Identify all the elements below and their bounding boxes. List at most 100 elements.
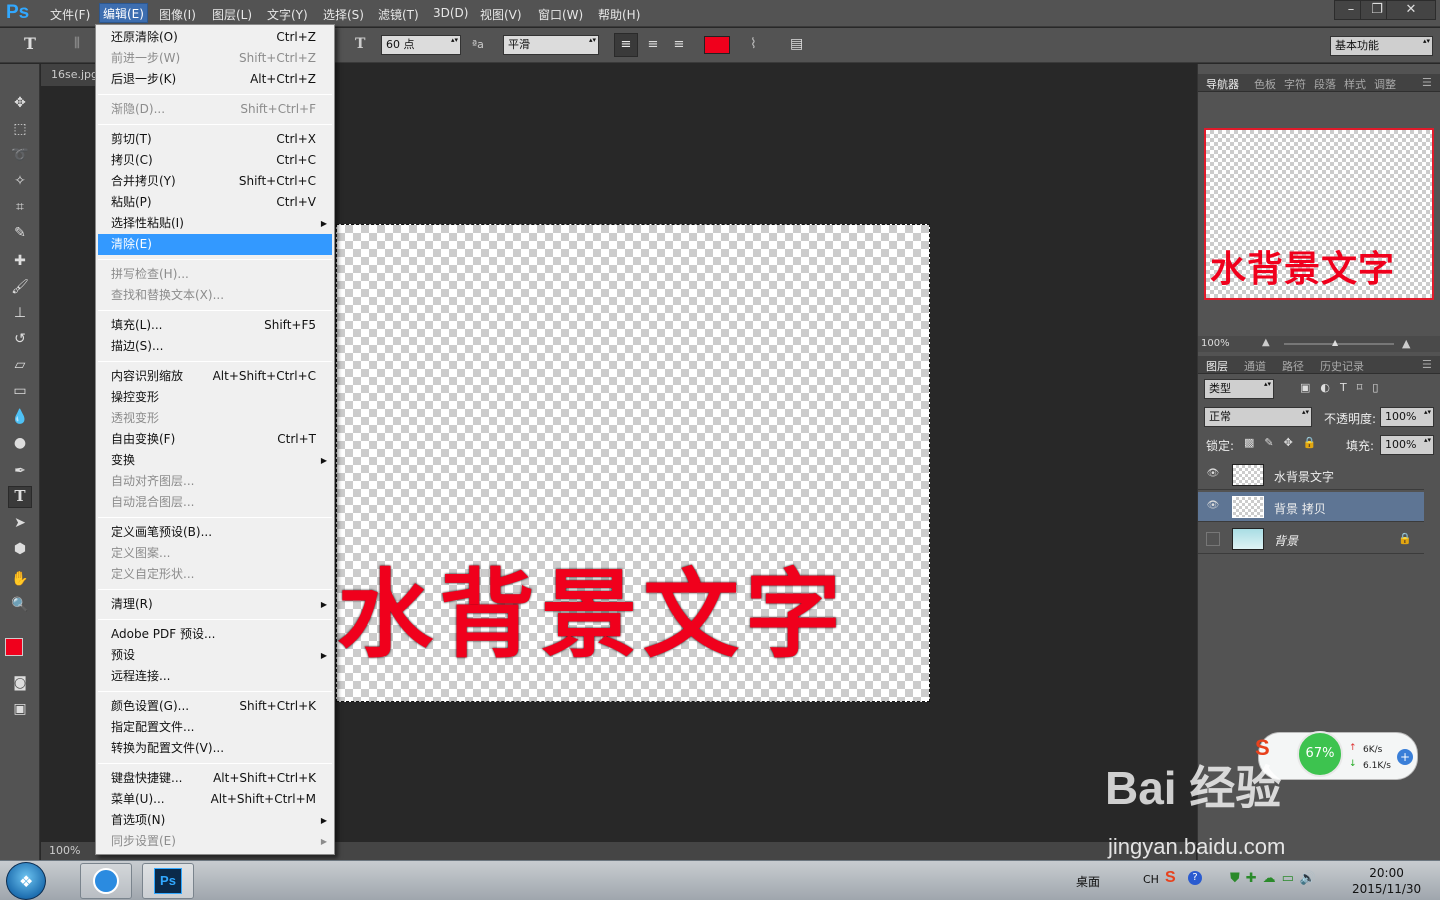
opacity-input[interactable]: 100%	[1380, 407, 1434, 427]
panel-tab[interactable]: 色板	[1254, 76, 1276, 92]
magic-wand-tool-icon[interactable]: ✧	[8, 170, 32, 192]
taskbar-browser-button[interactable]	[80, 863, 132, 899]
document-canvas[interactable]: 水背景文字	[336, 224, 930, 702]
blend-mode-select[interactable]: 正常	[1204, 407, 1312, 427]
edit-menu-item[interactable]: Adobe PDF 预设...	[98, 624, 332, 645]
quick-mask-icon[interactable]: ◙	[8, 672, 32, 694]
brush-tool-icon[interactable]: 🖌	[8, 276, 32, 298]
navigator-preview[interactable]: 水背景文字	[1204, 128, 1434, 300]
input-language[interactable]: CH	[1143, 873, 1159, 886]
edit-menu-item[interactable]: 转换为配置文件(V)...	[98, 738, 332, 759]
taskbar-photoshop-button[interactable]: Ps	[142, 863, 194, 899]
panel-tab[interactable]: 图层	[1206, 358, 1228, 374]
panel-tab[interactable]: 历史记录	[1320, 358, 1364, 374]
align-right-button[interactable]: ≡	[668, 34, 690, 56]
eraser-tool-icon[interactable]: ▱	[8, 354, 32, 376]
font-size-select[interactable]: 60 点	[381, 35, 461, 55]
clone-stamp-tool-icon[interactable]: ⊥	[8, 302, 32, 324]
align-left-button[interactable]: ≡	[614, 33, 638, 57]
edit-menu-item[interactable]: 定义画笔预设(B)...	[98, 522, 332, 543]
shape-tool-icon[interactable]: ⬢	[8, 538, 32, 560]
edit-menu-item[interactable]: 填充(L)... Shift+F5	[98, 315, 332, 336]
layer-filter-icons[interactable]: ▣◐T⌑▯	[1300, 381, 1388, 394]
character-panel-icon[interactable]: ▤	[790, 36, 803, 52]
edit-menu-item[interactable]: 还原清除(O) Ctrl+Z	[98, 27, 332, 48]
edit-menu-item[interactable]: 操控变形	[98, 387, 332, 408]
menu-4[interactable]: 文字(Y)	[264, 6, 311, 23]
zoom-out-icon[interactable]: ▲	[1262, 337, 1270, 348]
help-tray-icon[interactable]: ?	[1188, 871, 1202, 885]
navigator-zoom-slider[interactable]	[1284, 343, 1394, 345]
panel-menu-icon[interactable]: ☰	[1422, 358, 1432, 371]
healing-brush-tool-icon[interactable]: ✚	[8, 250, 32, 272]
lock-icons[interactable]: ▩✎✥🔒	[1244, 436, 1327, 449]
edit-menu-item[interactable]: 拷贝(C) Ctrl+C	[98, 150, 332, 171]
gradient-tool-icon[interactable]: ▭	[8, 380, 32, 402]
screen-mode-icon[interactable]: ▣	[8, 698, 32, 720]
move-tool-icon[interactable]: ✥	[8, 92, 32, 114]
panel-menu-icon[interactable]: ☰	[1422, 76, 1432, 89]
edit-menu-item[interactable]: 自由变换(F) Ctrl+T	[98, 429, 332, 450]
crop-tool-icon[interactable]: ⌗	[8, 196, 32, 218]
desktop-toolbar-label[interactable]: 桌面	[1076, 873, 1100, 890]
fill-input[interactable]: 100%	[1380, 435, 1434, 455]
menu-5[interactable]: 选择(S)	[320, 6, 367, 23]
layer-row[interactable]: 👁 背景 拷贝	[1198, 492, 1424, 522]
menu-1[interactable]: 编辑(E)	[99, 3, 148, 23]
navigator-zoom-value[interactable]: 100%	[1201, 338, 1230, 349]
zoom-slider-handle[interactable]: ▲	[1332, 338, 1338, 347]
edit-menu-item[interactable]: 远程连接...	[98, 666, 332, 687]
layer-visibility-icon[interactable]: 👁	[1206, 500, 1220, 514]
edit-menu-item[interactable]: 粘贴(P) Ctrl+V	[98, 192, 332, 213]
panel-tab[interactable]: 路径	[1282, 358, 1304, 374]
edit-menu-item[interactable]: 剪切(T) Ctrl+X	[98, 129, 332, 150]
system-clock[interactable]: 20:00 2015/11/30	[1352, 865, 1421, 897]
edit-menu-item[interactable]: 颜色设置(G)... Shift+Ctrl+K	[98, 696, 332, 717]
menu-2[interactable]: 图像(I)	[156, 6, 199, 23]
menu-9[interactable]: 窗口(W)	[535, 6, 586, 23]
dodge-tool-icon[interactable]: ●	[8, 432, 32, 454]
blur-tool-icon[interactable]: 💧	[8, 406, 32, 428]
close-button[interactable]: ✕	[1386, 0, 1436, 20]
edit-menu-item[interactable]: 清除(E)	[98, 234, 332, 255]
type-tool-icon[interactable]: T	[8, 486, 32, 508]
lasso-tool-icon[interactable]: ➰	[8, 144, 32, 166]
edit-menu-item[interactable]: 内容识别缩放 Alt+Shift+Ctrl+C	[98, 366, 332, 387]
menu-10[interactable]: 帮助(H)	[595, 6, 643, 23]
panel-tab[interactable]: 字符	[1284, 76, 1306, 92]
menu-8[interactable]: 视图(V)	[477, 6, 525, 23]
panel-tab[interactable]: 导航器	[1206, 76, 1239, 92]
zoom-tool-icon[interactable]: 🔍	[8, 594, 32, 616]
edit-menu-item[interactable]: 变换 ▶	[98, 450, 332, 471]
eyedropper-tool-icon[interactable]: ✎	[8, 222, 32, 244]
start-button[interactable]: ❖	[6, 862, 46, 900]
pen-tool-icon[interactable]: ✒	[8, 460, 32, 482]
marquee-tool-icon[interactable]: ⬚	[8, 118, 32, 140]
menu-6[interactable]: 滤镜(T)	[375, 6, 422, 23]
text-tool-icon[interactable]: T	[24, 34, 36, 53]
edit-menu-item[interactable]: 清理(R) ▶	[98, 594, 332, 615]
warp-text-icon[interactable]: ⌇	[750, 36, 757, 52]
document-tab[interactable]: 16se.jpg	[41, 64, 98, 86]
antialias-select[interactable]: 平滑	[503, 35, 599, 55]
panel-tab[interactable]: 调整	[1374, 76, 1396, 92]
edit-menu-item[interactable]: 后退一步(K) Alt+Ctrl+Z	[98, 69, 332, 90]
workspace-select[interactable]: 基本功能	[1330, 36, 1433, 56]
edit-menu-item[interactable]: 描边(S)...	[98, 336, 332, 357]
edit-menu-item[interactable]: 选择性粘贴(I) ▶	[98, 213, 332, 234]
plus-icon[interactable]: +	[1397, 749, 1413, 765]
menu-7[interactable]: 3D(D)	[430, 6, 471, 20]
panel-tab[interactable]: 样式	[1344, 76, 1366, 92]
history-brush-tool-icon[interactable]: ↺	[8, 328, 32, 350]
edit-menu-item[interactable]: 首选项(N) ▶	[98, 810, 332, 831]
hand-tool-icon[interactable]: ✋	[8, 568, 32, 590]
tray-icons[interactable]: ⛊✚☁▭🔊	[1230, 871, 1322, 886]
text-color-swatch[interactable]	[704, 36, 730, 54]
edit-menu-item[interactable]: 指定配置文件...	[98, 717, 332, 738]
layer-filter-select[interactable]: 类型	[1204, 379, 1274, 399]
text-orientation-icon[interactable]: ⫼	[74, 36, 80, 51]
layer-row[interactable]: 背景 🔒	[1198, 524, 1424, 554]
edit-menu-item[interactable]: 键盘快捷键... Alt+Shift+Ctrl+K	[98, 768, 332, 789]
zoom-in-icon[interactable]: ▲	[1402, 337, 1410, 350]
panel-tab[interactable]: 通道	[1244, 358, 1266, 374]
